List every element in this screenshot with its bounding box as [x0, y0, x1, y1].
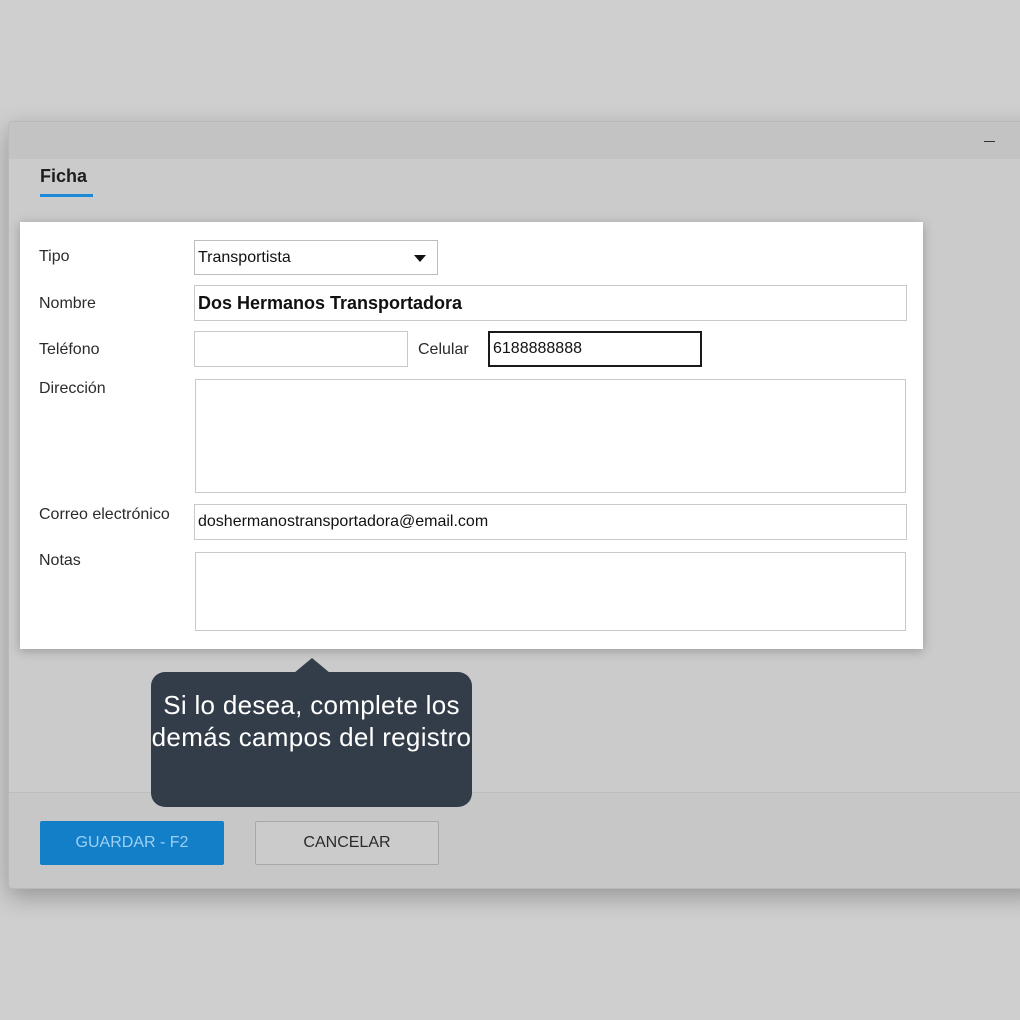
help-tooltip: Si lo desea, complete los demás campos d… [151, 672, 472, 807]
celular-input[interactable]: 6188888888 [488, 331, 702, 367]
notas-label: Notas [39, 552, 81, 569]
cancel-button[interactable]: CANCELAR [255, 821, 439, 865]
form-panel: Tipo Transportista Nombre Dos Hermanos T… [20, 222, 923, 649]
tab-active-indicator [40, 194, 93, 197]
tooltip-arrow [294, 658, 330, 673]
celular-label: Celular [418, 341, 469, 358]
correo-label: Correo electrónico [39, 506, 170, 523]
minimize-button[interactable] [977, 130, 1001, 150]
direccion-label: Dirección [39, 380, 106, 397]
save-button[interactable]: GUARDAR - F2 [40, 821, 224, 865]
correo-input[interactable]: doshermanostransportadora@email.com [194, 504, 907, 540]
tab-ficha[interactable]: Ficha [40, 166, 87, 187]
dialog-titlebar [9, 122, 1020, 159]
notas-textarea[interactable] [195, 552, 906, 631]
tipo-select[interactable]: Transportista [194, 240, 438, 275]
nombre-input[interactable]: Dos Hermanos Transportadora [194, 285, 907, 321]
chevron-down-icon [414, 255, 426, 262]
tipo-label: Tipo [39, 248, 70, 265]
telefono-label: Teléfono [39, 341, 100, 358]
direccion-textarea[interactable] [195, 379, 906, 493]
nombre-label: Nombre [39, 295, 96, 312]
telefono-input[interactable] [194, 331, 408, 367]
tipo-select-value: Transportista [198, 248, 291, 266]
